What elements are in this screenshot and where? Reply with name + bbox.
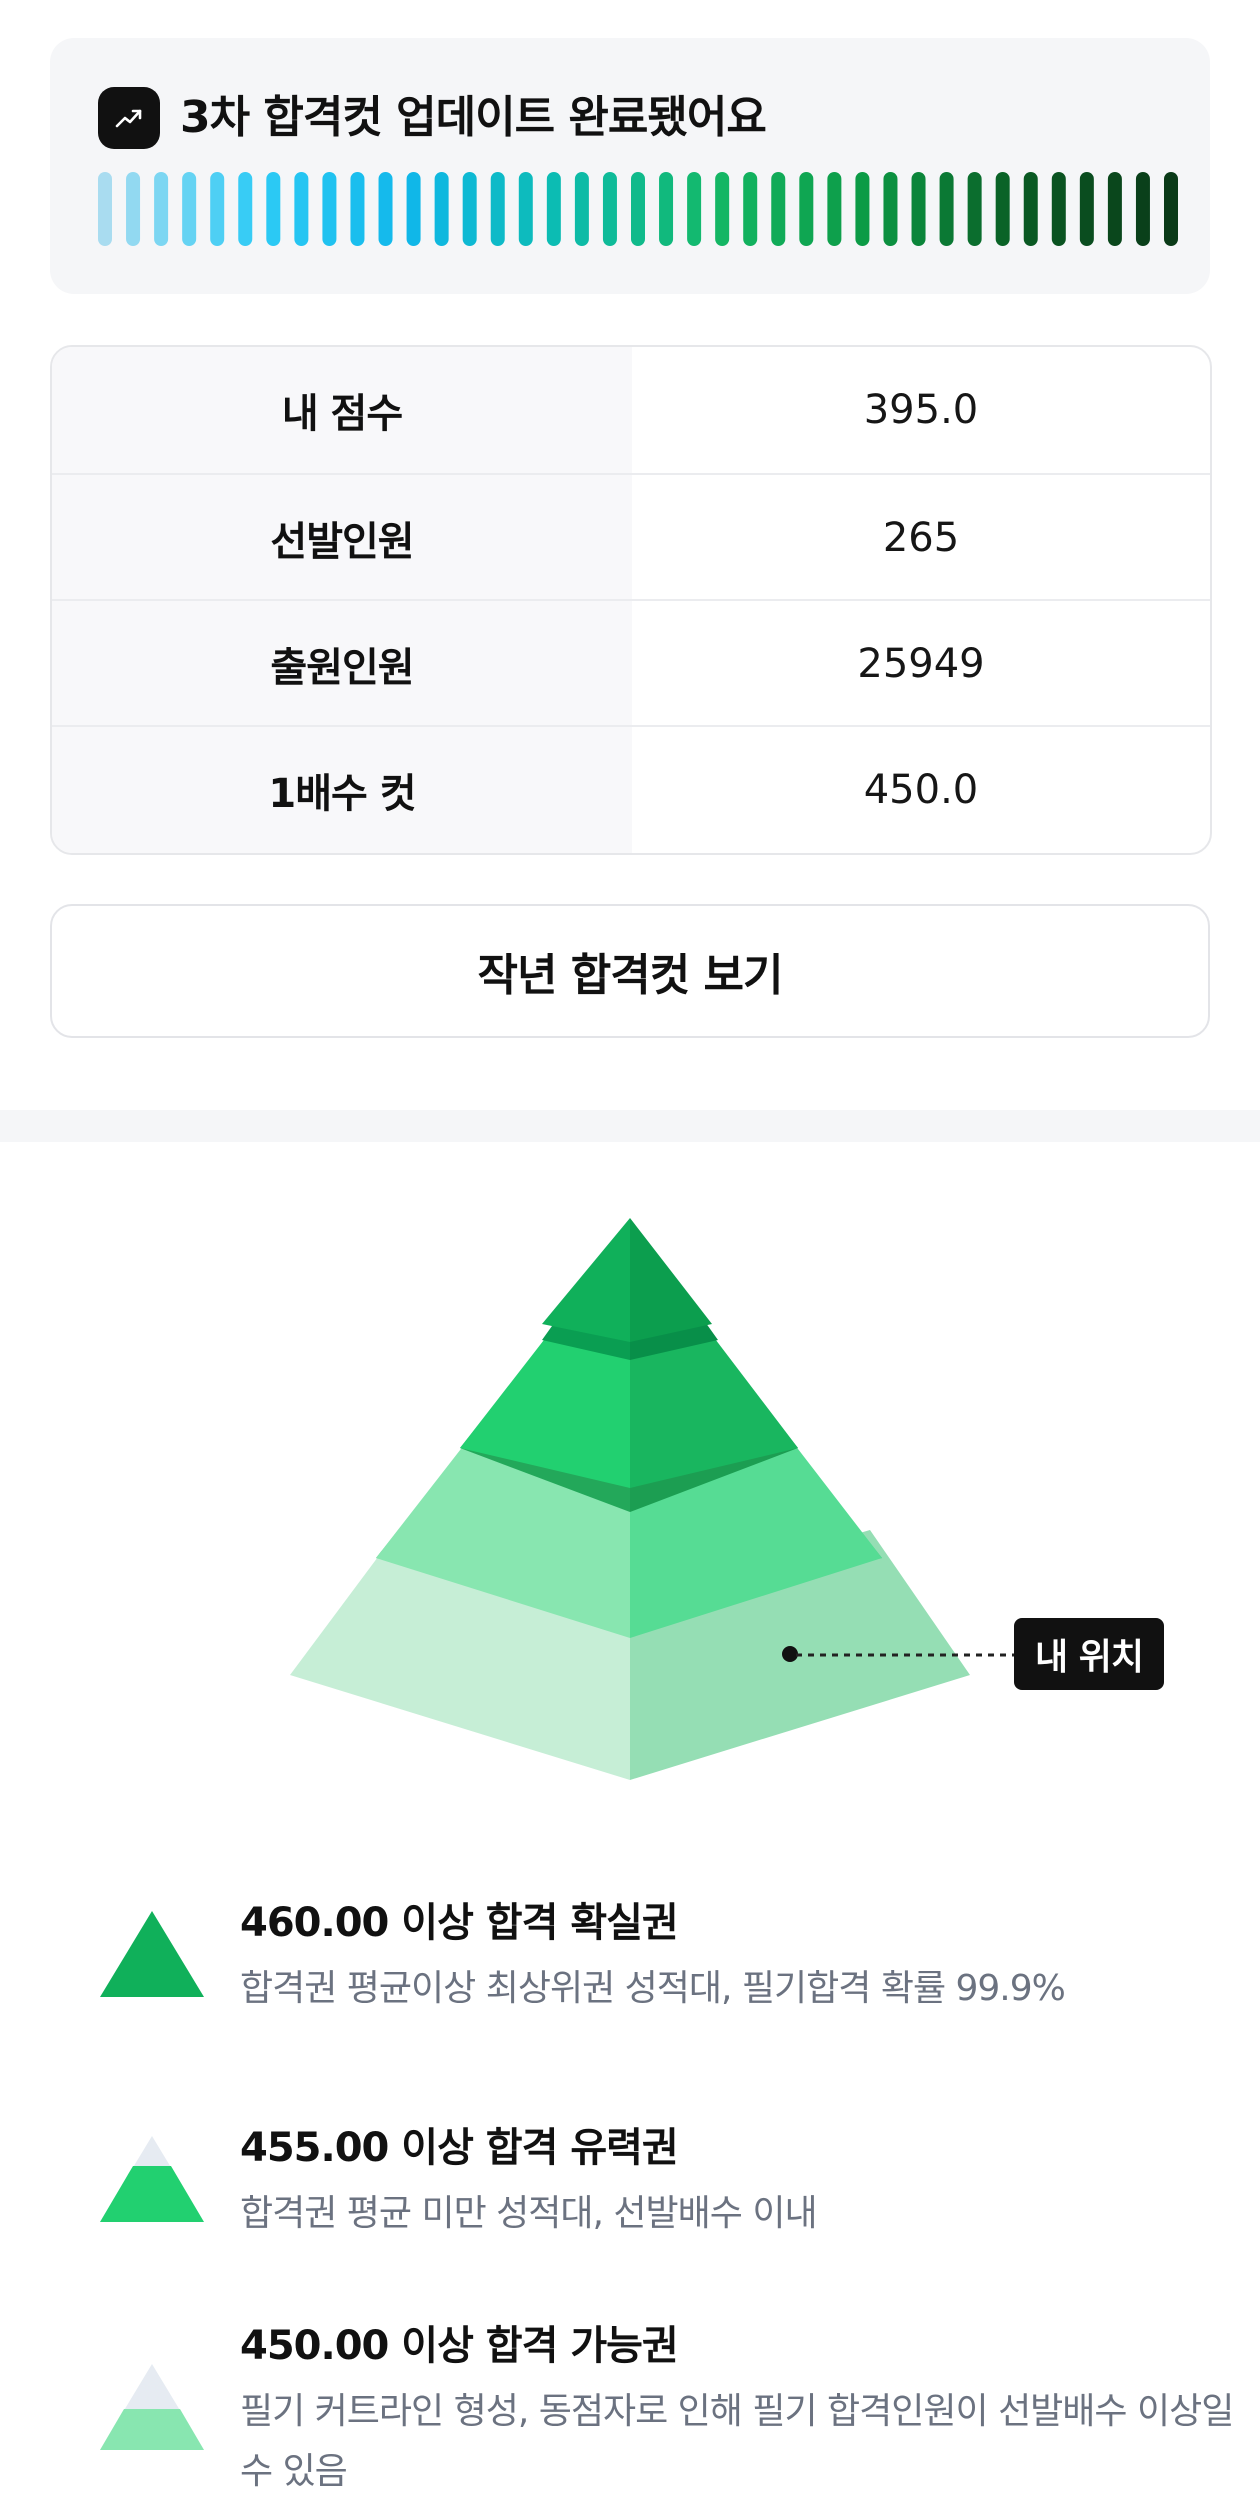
row-label: 1배수 컷 [52, 727, 632, 853]
trending-up-icon [98, 87, 160, 149]
gradient-bar [827, 172, 842, 246]
triangle-icon-top [100, 1911, 204, 1997]
gradient-bar [322, 172, 337, 246]
row-label: 출원인원 [52, 601, 632, 727]
gradient-bar [743, 172, 758, 246]
gradient-bar [378, 172, 393, 246]
gradient-bar [715, 172, 730, 246]
gradient-bar [1164, 172, 1178, 246]
dotted-connector [796, 1653, 1022, 1657]
gradient-bar [350, 172, 365, 246]
gradient-bar [939, 172, 954, 246]
update-card: 3차 합격컷 업데이트 완료됐어요 [50, 38, 1210, 294]
gradient-bar [154, 172, 169, 246]
section-divider [0, 1110, 1260, 1142]
gradient-bar [995, 172, 1010, 246]
triangle-icon-upper [100, 2136, 204, 2222]
gradient-bar [799, 172, 814, 246]
previous-cut-button[interactable]: 작년 합격컷 보기 [50, 904, 1210, 1038]
gradient-bar [911, 172, 926, 246]
update-title: 3차 합격컷 업데이트 완료됐어요 [180, 92, 767, 143]
gradient-bar [1079, 172, 1094, 246]
gradient-bar [182, 172, 197, 246]
row-value: 450.0 [863, 767, 979, 813]
gradient-bar [518, 172, 533, 246]
legend-title: 455.00 이상 합격 유력권 [240, 2125, 679, 2171]
row-value: 265 [882, 515, 960, 561]
table-row: 선발인원 265 [52, 473, 1210, 601]
gradient-bar [126, 172, 141, 246]
gradient-bar [1107, 172, 1122, 246]
gradient-bar [238, 172, 253, 246]
row-value: 25949 [857, 641, 985, 687]
gradient-bar [602, 172, 617, 246]
gradient-bar [855, 172, 870, 246]
score-table: 내 점수 395.0 선발인원 265 출원인원 25949 1배수 컷 450… [50, 345, 1212, 855]
gradient-bar [462, 172, 477, 246]
legend-desc: 합격권 평균이상 최상위권 성적대, 필기합격 확률 99.9% [240, 1968, 1066, 2009]
gradient-bar [687, 172, 702, 246]
gradient-bar [967, 172, 982, 246]
gradient-bar [294, 172, 309, 246]
legend-title: 450.00 이상 합격 가능권 [240, 2323, 679, 2369]
gradient-bar [98, 172, 112, 246]
gradient-bar [546, 172, 561, 246]
gradient-bar [883, 172, 898, 246]
legend-title: 460.00 이상 합격 확실권 [240, 1900, 679, 1946]
gradient-bar [771, 172, 786, 246]
gradient-bar [659, 172, 674, 246]
gradient-bar [434, 172, 449, 246]
pyramid-tier-top [542, 1218, 630, 1342]
pyramid-illustration [270, 1200, 990, 1800]
gradient-bar [1051, 172, 1066, 246]
table-row: 내 점수 395.0 [52, 347, 1210, 473]
gradient-bar [406, 172, 421, 246]
triangle-icon-middle [100, 2364, 204, 2450]
table-row: 1배수 컷 450.0 [52, 725, 1210, 853]
row-value: 395.0 [863, 387, 979, 433]
progress-gradient-bars [98, 172, 1178, 246]
gradient-bar [1135, 172, 1150, 246]
gradient-bar [490, 172, 505, 246]
gradient-bar [210, 172, 225, 246]
row-label: 선발인원 [52, 475, 632, 601]
gradient-bar [574, 172, 589, 246]
my-position-label: 내 위치 [1014, 1618, 1164, 1690]
gradient-bar [1023, 172, 1038, 246]
legend-desc: 필기 커트라인 형성, 동점자로 인해 필기 합격인원이 선발배수 이상일 수 … [240, 2391, 1234, 2492]
row-label: 내 점수 [52, 347, 632, 473]
table-row: 출원인원 25949 [52, 599, 1210, 727]
legend-desc: 합격권 평균 미만 성적대, 선발배수 이내 [240, 2193, 818, 2234]
gradient-bar [266, 172, 281, 246]
gradient-bar [631, 172, 645, 246]
